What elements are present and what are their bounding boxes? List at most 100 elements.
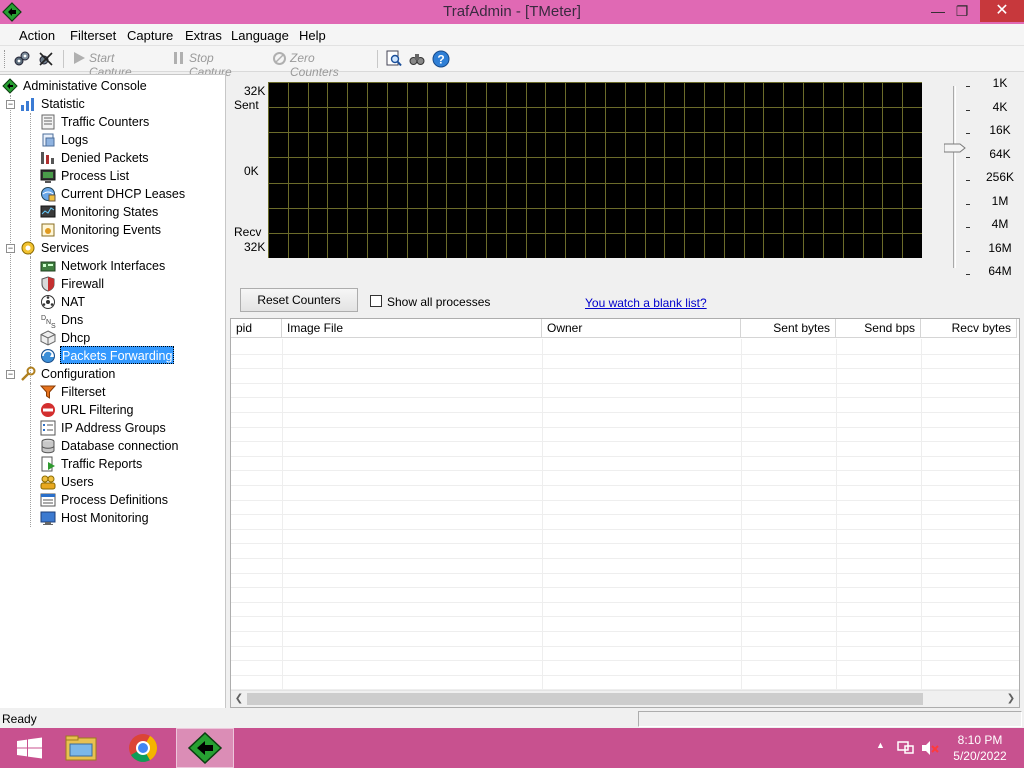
scale-tick: [966, 274, 970, 275]
tree-item-users[interactable]: Users: [40, 473, 220, 491]
menu-action[interactable]: Action: [19, 28, 55, 43]
tree-item-label: Host Monitoring: [61, 511, 149, 525]
tree-item-nat[interactable]: NAT: [40, 293, 220, 311]
tree-item-label: URL Filtering: [61, 403, 134, 417]
horizontal-scrollbar[interactable]: ❮ ❯: [231, 690, 1019, 707]
scale-tick: [966, 109, 970, 111]
tree-item-denied-packets[interactable]: Denied Packets: [40, 149, 220, 167]
scroll-left-arrow[interactable]: ❮: [231, 691, 247, 707]
table-gridline: [231, 587, 1019, 589]
tree-item-administrative-console[interactable]: Administative Console: [2, 77, 222, 95]
tree-item-firewall[interactable]: Firewall: [40, 275, 220, 293]
table-gridline: [231, 470, 1019, 472]
start-windows-icon[interactable]: [0, 728, 58, 768]
tree-item-traffic-counters[interactable]: Traffic Counters: [40, 113, 220, 131]
tree-item-label: Monitoring States: [61, 205, 159, 219]
settings-gears-icon[interactable]: [13, 50, 31, 68]
collapse-configuration-toggle[interactable]: −: [6, 370, 15, 379]
tree-item-statistic[interactable]: Statistic: [20, 95, 220, 113]
file-explorer-icon[interactable]: [52, 728, 110, 768]
console-root-icon: [2, 78, 18, 94]
console-tree[interactable]: Administative Console − Statistic Traffi…: [0, 74, 226, 708]
tree-item-configuration[interactable]: Configuration: [20, 365, 220, 383]
tree-item-label: Firewall: [61, 277, 105, 291]
restore-button[interactable]: ❐: [948, 0, 976, 22]
tree-item-host-monitoring[interactable]: Host Monitoring: [40, 509, 220, 527]
chrome-browser-icon[interactable]: [114, 728, 172, 768]
host-monitor-icon: [40, 511, 56, 525]
collapse-statistic-toggle[interactable]: −: [6, 100, 15, 109]
zero-counters-label: Zero Counters: [290, 51, 339, 79]
tree-item-label: Dhcp: [61, 331, 91, 345]
close-button[interactable]: ✕: [980, 0, 1024, 22]
dhcp-cube-icon: [40, 330, 56, 346]
reset-counters-button[interactable]: Reset Counters: [240, 288, 358, 312]
column-header-send-bps[interactable]: Send bps: [836, 319, 921, 338]
dns-icon: DNS: [41, 315, 56, 328]
column-header-recv-bytes[interactable]: Recv bytes: [921, 319, 1017, 338]
scale-slider-track[interactable]: [953, 86, 956, 268]
statistic-chart-icon: [21, 98, 34, 111]
menu-extras[interactable]: Extras: [185, 28, 222, 43]
tree-item-filterset[interactable]: Filterset: [40, 383, 220, 401]
tree-item-logs[interactable]: Logs: [40, 131, 220, 149]
column-header-sent-bytes[interactable]: Sent bytes: [741, 319, 836, 338]
tree-item-monitoring-states[interactable]: Monitoring States: [40, 203, 220, 221]
tree-item-label: Packets Forwarding: [60, 346, 175, 364]
url-filtering-block-icon: [41, 403, 55, 417]
disconnect-icon[interactable]: [37, 50, 55, 68]
toolbar-separator: [63, 50, 64, 68]
toolbar-grip[interactable]: [4, 50, 7, 68]
tree-item-network-interfaces[interactable]: Network Interfaces: [40, 257, 220, 275]
column-header-image-file[interactable]: Image File: [282, 319, 542, 338]
scale-tick: [966, 133, 970, 134]
scale-slider-thumb[interactable]: [944, 143, 966, 153]
help-icon[interactable]: ?: [432, 50, 450, 68]
menu-capture[interactable]: Capture: [127, 28, 173, 43]
scale-label: 64K: [989, 146, 1011, 161]
clock-time: 8:10 PM: [957, 733, 1003, 747]
recv-max-value: 32K: [244, 240, 266, 254]
database-icon: [41, 438, 55, 454]
monitoring-events-icon: [41, 223, 55, 237]
tree-item-database-connection[interactable]: Database connection: [40, 437, 220, 455]
tree-item-dns[interactable]: DNS Dns: [40, 311, 220, 329]
trafadmin-taskbar-button[interactable]: [176, 728, 234, 768]
menu-language[interactable]: Language: [231, 28, 289, 43]
tree-item-services[interactable]: Services: [20, 239, 220, 257]
tree-item-dhcp[interactable]: Dhcp: [40, 329, 220, 347]
show-all-processes-label[interactable]: Show all processes: [387, 295, 490, 309]
tree-item-process-list[interactable]: Process List: [40, 167, 220, 185]
collapse-services-toggle[interactable]: −: [6, 244, 15, 253]
tree-item-label: Network Interfaces: [61, 259, 166, 273]
search-document-icon[interactable]: [385, 50, 403, 68]
svg-text:?: ?: [437, 53, 444, 67]
menu-filterset[interactable]: Filterset: [70, 28, 116, 43]
tree-item-process-definitions[interactable]: Process Definitions: [40, 491, 220, 509]
sent-max-value: 32K: [244, 84, 266, 98]
clock-date: 5/20/2022: [953, 749, 1007, 763]
tree-item-ip-address-groups[interactable]: IP Address Groups: [40, 419, 220, 437]
tree-connector: [30, 113, 31, 257]
network-tray-icon[interactable]: [896, 738, 916, 758]
tree-item-monitoring-events[interactable]: Monitoring Events: [40, 221, 220, 239]
packets-forwarding-icon: [41, 349, 55, 363]
column-header-owner[interactable]: Owner: [542, 319, 741, 338]
volume-muted-icon[interactable]: [920, 738, 940, 758]
column-header-pid[interactable]: pid: [231, 319, 282, 338]
scroll-right-arrow[interactable]: ❯: [1003, 691, 1019, 707]
tree-item-label: Current DHCP Leases: [61, 187, 186, 201]
tree-item-packets-forwarding[interactable]: Packets Forwarding: [40, 346, 220, 365]
show-all-processes-checkbox[interactable]: [370, 295, 382, 307]
tree-item-current-dhcp-leases[interactable]: Current DHCP Leases: [40, 185, 220, 203]
horizontal-scroll-thumb[interactable]: [247, 693, 923, 705]
menu-help[interactable]: Help: [299, 28, 326, 43]
blank-list-help-link[interactable]: You watch a blank list?: [585, 296, 707, 310]
binoculars-icon[interactable]: [408, 50, 426, 68]
tree-item-traffic-reports[interactable]: Traffic Reports: [40, 455, 220, 473]
process-table[interactable]: pid Image File Owner Sent bytes Send bps…: [230, 318, 1020, 708]
tree-item-url-filtering[interactable]: URL Filtering: [40, 401, 220, 419]
taskbar-clock[interactable]: 8:10 PM 5/20/2022: [940, 732, 1020, 764]
tree-item-label: Services: [41, 241, 89, 255]
scale-label: 1M: [991, 193, 1009, 208]
